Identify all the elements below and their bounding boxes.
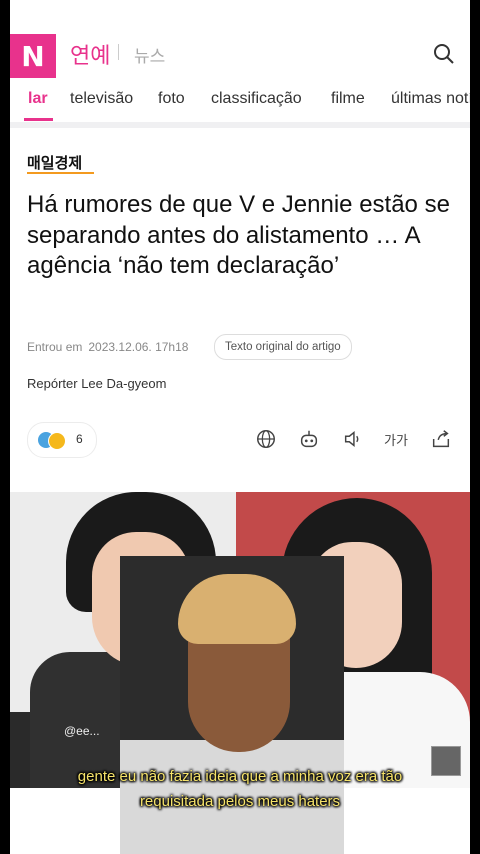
robot-summary-icon[interactable] [296, 426, 322, 452]
press-underline [27, 172, 94, 174]
divider [118, 44, 119, 60]
caption-line-1: gente eu não fazia ideia que a minha voz… [77, 768, 403, 785]
press-name[interactable]: 매일경제 [27, 152, 82, 173]
reporter-name[interactable]: Repórter Lee Da-gyeom [27, 376, 166, 391]
tab-foto[interactable]: foto [158, 90, 185, 108]
tab-classificacao[interactable]: classificação [211, 90, 302, 108]
video-caption: gente eu não fazia ideia que a minha voz… [0, 764, 480, 814]
reaction-count: 6 [76, 432, 83, 446]
reaction-button[interactable]: 6 [27, 422, 97, 458]
font-size-button[interactable]: 가가 [384, 430, 408, 449]
article-headline: Há rumores de que V e Jennie estão se se… [27, 191, 450, 279]
sub-section-title[interactable]: 뉴스 [134, 42, 165, 67]
active-tab-indicator [24, 118, 53, 121]
tab-ultimas-noticias[interactable]: últimas notícias [391, 90, 470, 108]
tab-filme[interactable]: filme [331, 90, 365, 108]
entered-date: 2023.12.06. 17h18 [88, 340, 189, 354]
tab-televisao[interactable]: televisão [70, 90, 133, 108]
photo-watermark: @ee... [64, 724, 100, 738]
tab-lar[interactable]: lar [28, 90, 48, 108]
love-emoji-icon [48, 432, 66, 450]
section-divider [10, 122, 470, 128]
top-bar: N 연예 뉴스 [10, 30, 470, 80]
globe-icon[interactable] [253, 426, 279, 452]
naver-logo[interactable]: N [10, 34, 56, 78]
article-date: Entrou em 2023.12.06. 17h18 [27, 340, 188, 354]
entered-label: Entrou em [27, 340, 83, 354]
share-icon[interactable] [428, 426, 454, 452]
speaker-icon[interactable] [340, 426, 366, 452]
original-text-button[interactable]: Texto original do artigo [214, 334, 352, 360]
category-tabs: lar televisão foto classificação filme ú… [10, 80, 470, 122]
section-title[interactable]: 연예 [70, 38, 110, 70]
caption-line-2: requisitada pelos meus haters [139, 793, 341, 810]
search-icon[interactable] [432, 42, 456, 66]
